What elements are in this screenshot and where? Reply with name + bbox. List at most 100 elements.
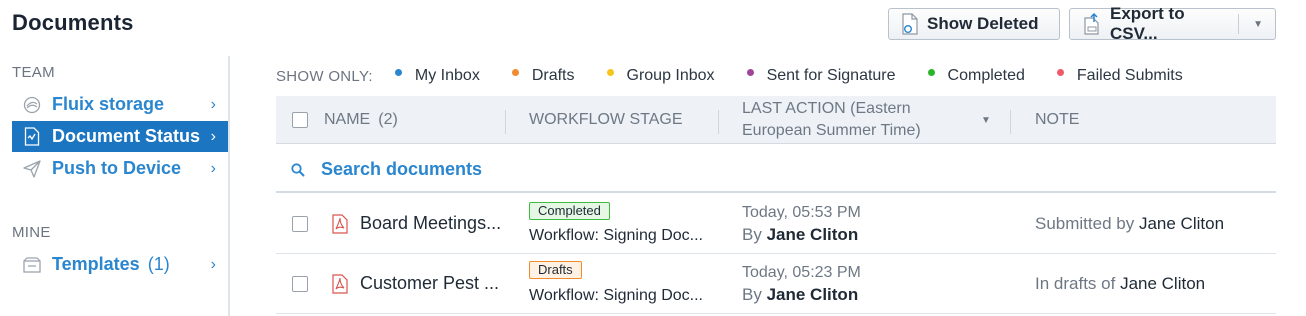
last-action-time: Today, 05:23 PM	[742, 264, 861, 281]
filter-failed-submits[interactable]: Failed Submits	[1056, 67, 1183, 85]
last-action-by: By Jane Cliton	[742, 225, 858, 245]
filter-group-inbox[interactable]: Group Inbox	[606, 67, 715, 85]
status-dot	[511, 68, 519, 76]
note-prefix: In drafts of	[1035, 274, 1116, 293]
column-header-label: European Summer Time)	[742, 122, 921, 139]
column-header-name[interactable]: NAME (2)	[324, 96, 398, 144]
sidebar-item-label: Templates	[52, 254, 140, 274]
note-prefix: Submitted by	[1035, 214, 1135, 233]
note-text: Submitted by Jane Cliton	[1035, 214, 1224, 234]
column-header-workflow-stage[interactable]: WORKFLOW STAGE	[529, 96, 682, 144]
row-checkbox[interactable]	[292, 276, 308, 292]
export-divider	[1238, 14, 1240, 34]
last-action-time: Today, 05:53 PM	[742, 204, 861, 221]
export-label: Export to CSV...	[1110, 4, 1185, 43]
sidebar-item-label: Push to Device	[52, 158, 182, 178]
sidebar-item-label: Fluix storage	[52, 94, 165, 114]
send-icon	[22, 159, 42, 179]
document-status-icon	[22, 127, 42, 147]
column-header-label: NOTE	[1035, 111, 1080, 128]
export-icon	[1082, 13, 1102, 35]
filter-label: Drafts	[531, 67, 575, 84]
pdf-icon	[332, 274, 348, 294]
filter-label: Group Inbox	[626, 67, 715, 84]
chevron-right-icon: ›	[210, 95, 216, 113]
table-row[interactable]: Board Meetings... Completed Workflow: Si…	[276, 195, 1276, 254]
status-badge-label: Completed	[529, 202, 610, 220]
column-header-last-action[interactable]: LAST ACTION (Eastern European Summer Tim…	[742, 96, 921, 144]
show-deleted-label: Show Deleted	[927, 14, 1039, 33]
filter-label: My Inbox	[414, 67, 480, 84]
checkbox[interactable]	[292, 112, 308, 128]
last-action-by: By Jane Cliton	[742, 285, 858, 305]
column-header-label: WORKFLOW STAGE	[529, 111, 683, 128]
page-title: Documents	[12, 10, 134, 35]
user-name: Jane Cliton	[1138, 214, 1225, 233]
column-header-label: NAME	[324, 111, 371, 128]
document-name[interactable]: Board Meetings...	[360, 213, 501, 234]
document-count: (2)	[378, 111, 398, 128]
chevron-down-icon[interactable]: ▼	[1253, 19, 1263, 30]
filter-my-inbox[interactable]: My Inbox	[394, 67, 480, 85]
filter-drafts[interactable]: Drafts	[511, 67, 575, 85]
show-only-filters: SHOW ONLY: My Inbox Drafts Group Inbox S…	[276, 66, 1183, 86]
document-name[interactable]: Customer Pest ...	[360, 273, 499, 294]
status-dot	[746, 68, 754, 76]
table-row[interactable]: Customer Pest ... Drafts Workflow: Signi…	[276, 255, 1276, 314]
status-dot	[1056, 68, 1064, 76]
sidebar-item-fluix-storage[interactable]: Fluix storage ›	[12, 89, 228, 120]
search-documents-row[interactable]: Search documents	[276, 148, 1276, 193]
user-name: Jane Cliton	[1120, 274, 1206, 293]
sidebar-item-templates[interactable]: Templates (1) ›	[12, 249, 228, 280]
by-prefix: By	[742, 225, 762, 244]
workflow-name: Workflow: Signing Doc...	[529, 227, 703, 244]
column-header-label: LAST ACTION (Eastern	[742, 100, 911, 117]
filter-label: Sent for Signature	[766, 67, 896, 84]
row-checkbox[interactable]	[292, 216, 308, 232]
sidebar: TEAM Fluix storage › Document Status › P…	[0, 56, 230, 316]
pdf-icon	[332, 214, 348, 234]
status-dot	[394, 68, 402, 76]
storage-icon	[22, 95, 42, 115]
filter-label: Failed Submits	[1076, 67, 1183, 84]
templates-count: (1)	[147, 254, 170, 274]
deleted-document-icon	[901, 13, 919, 35]
workflow-name: Workflow: Signing Doc...	[529, 287, 703, 304]
show-deleted-button[interactable]: Show Deleted	[888, 8, 1060, 40]
sidebar-item-document-status[interactable]: Document Status ›	[12, 121, 228, 152]
checkbox[interactable]	[292, 216, 308, 232]
status-badge: Drafts	[529, 261, 582, 279]
column-header-note[interactable]: NOTE	[1035, 96, 1079, 144]
filter-sent-for-signature[interactable]: Sent for Signature	[746, 67, 896, 85]
status-dot	[606, 68, 614, 76]
show-only-label: SHOW ONLY:	[276, 67, 373, 85]
user-name: Jane Cliton	[766, 285, 859, 304]
checkbox[interactable]	[292, 276, 308, 292]
team-section-title: TEAM	[12, 64, 55, 81]
table-header: NAME (2) WORKFLOW STAGE LAST ACTION (Eas…	[276, 96, 1276, 144]
chevron-right-icon: ›	[210, 255, 216, 273]
top-actions: Show Deleted Export to CSV... ▼	[888, 4, 1276, 43]
column-divider	[718, 110, 719, 134]
note-text: In drafts of Jane Cliton	[1035, 274, 1205, 294]
status-dot	[927, 68, 935, 76]
search-input[interactable]: Search documents	[321, 159, 482, 180]
sidebar-item-label: Document Status	[52, 126, 201, 146]
sidebar-item-push-to-device[interactable]: Push to Device ›	[12, 153, 228, 184]
filter-completed[interactable]: Completed	[927, 67, 1025, 85]
filter-label: Completed	[947, 67, 1025, 84]
select-all-checkbox[interactable]	[292, 96, 308, 144]
user-name: Jane Cliton	[766, 225, 859, 244]
chevron-right-icon: ›	[210, 159, 216, 177]
column-divider	[505, 110, 506, 134]
mine-section-title: MINE	[12, 224, 51, 241]
status-badge: Completed	[529, 202, 610, 220]
column-divider	[1010, 110, 1011, 134]
sort-desc-icon[interactable]: ▼	[981, 96, 991, 144]
status-badge-label: Drafts	[529, 261, 582, 279]
by-prefix: By	[742, 285, 762, 304]
templates-icon	[22, 255, 42, 275]
search-icon	[291, 162, 305, 177]
export-csv-button[interactable]: Export to CSV... ▼	[1069, 4, 1276, 43]
chevron-right-icon: ›	[210, 127, 216, 145]
